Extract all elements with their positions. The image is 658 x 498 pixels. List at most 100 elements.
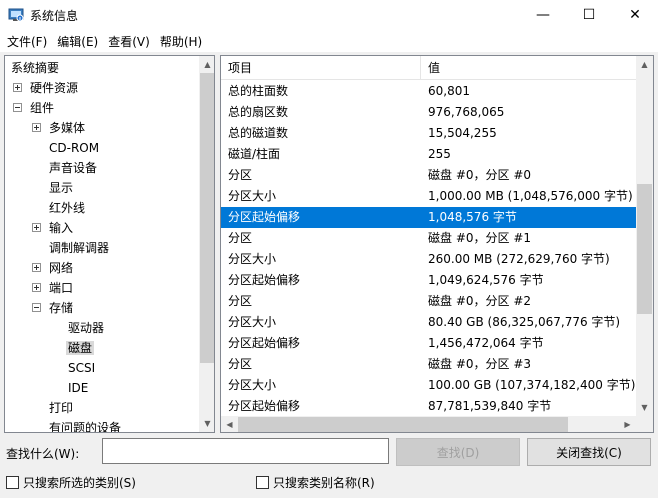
close-button[interactable]: ✕ [612, 0, 658, 30]
find-button[interactable]: 查找(D) [396, 438, 520, 466]
menu-view[interactable]: 查看(V) [103, 33, 155, 50]
value-cell: 15,504,255 [428, 126, 497, 140]
tree-item[interactable]: 显示 [47, 178, 75, 198]
table-row[interactable]: 分区大小 80.40 GB (86,325,067,776 字节) [221, 312, 636, 333]
tree-item-label: 有问题的设备 [49, 421, 122, 433]
tree-item-label: 组件 [30, 101, 55, 115]
expand-icon[interactable] [32, 263, 41, 272]
item-cell: 分区大小 [228, 378, 277, 392]
value-cell: 100.00 GB (107,374,182,400 字节) [428, 378, 636, 392]
checkbox-label: 只搜索所选的类别(S) [23, 475, 136, 490]
tree-item[interactable]: 系统摘要 [9, 58, 61, 78]
tree-item[interactable]: 打印 [47, 398, 75, 418]
column-header-value[interactable]: 值 [421, 56, 636, 80]
category-tree[interactable]: 系统摘要硬件资源组件多媒体 CD-ROM 声音设备显示红外线 输入 调制解调器网络端口存… [4, 55, 215, 433]
menu-help[interactable]: 帮助(H) [155, 33, 207, 50]
item-cell: 总的磁道数 [228, 126, 289, 140]
table-row[interactable]: 分区 磁盘 #0，分区 #1 [221, 228, 636, 249]
collapse-icon[interactable] [13, 103, 22, 112]
find-label: 查找什么(W): [6, 447, 80, 461]
tree-item-label: 声音设备 [49, 161, 98, 175]
tree-item[interactable]: 输入 [32, 218, 75, 238]
menu-file[interactable]: 文件(F) [2, 33, 52, 50]
table-row[interactable]: 分区起始偏移 87,781,539,840 字节 [221, 396, 636, 417]
tree-item-label: 磁盘 [66, 341, 95, 355]
tree-item[interactable]: 有问题的设备 [47, 418, 123, 433]
maximize-button[interactable]: ☐ [566, 0, 612, 30]
expand-icon[interactable] [32, 283, 41, 292]
value-cell: 1,049,624,576 字节 [428, 273, 544, 287]
value-cell: 60,801 [428, 84, 470, 98]
tree-item-label: 存储 [49, 301, 74, 315]
checkbox-label: 只搜索类别名称(R) [273, 475, 375, 490]
tree-item[interactable]: 端口 [32, 278, 75, 298]
table-row[interactable]: 分区起始偏移 1,048,576 字节 [221, 207, 636, 228]
expand-icon[interactable] [32, 123, 41, 132]
tree-item-label: CD-ROM [49, 141, 100, 155]
tree-item[interactable]: IDE [66, 378, 90, 398]
minimize-button[interactable]: — [520, 0, 566, 30]
item-cell: 总的柱面数 [228, 84, 289, 98]
tree-item[interactable]: 存储 [32, 298, 75, 318]
item-cell: 分区 [228, 231, 253, 245]
search-category-names-checkbox[interactable]: 只搜索类别名称(R) [256, 474, 375, 490]
tree-scroll-thumb[interactable] [200, 73, 214, 363]
tree-item[interactable]: 驱动器 [66, 318, 106, 338]
tree-item[interactable]: CD-ROM [47, 138, 101, 158]
table-row[interactable]: 分区 磁盘 #0，分区 #3 [221, 354, 636, 375]
scroll-down-icon[interactable]: ▼ [636, 399, 653, 416]
title-bar: 系统信息 — ☐ ✕ [0, 0, 658, 30]
table-row[interactable]: 分区大小 260.00 MB (272,629,760 字节) [221, 249, 636, 270]
menu-bar: 文件(F) 编辑(E) 查看(V) 帮助(H) [0, 30, 658, 52]
tree-item-label: 显示 [49, 181, 74, 195]
tree-vertical-scrollbar[interactable]: ▲ ▼ [199, 56, 214, 432]
scroll-up-icon[interactable]: ▲ [636, 56, 653, 73]
item-cell: 分区起始偏移 [228, 336, 301, 350]
list-hscroll-thumb[interactable] [238, 417, 568, 432]
scroll-up-icon[interactable]: ▲ [199, 56, 214, 73]
expand-icon[interactable] [32, 223, 41, 232]
tree-item[interactable]: 磁盘 [66, 338, 95, 358]
tree-item[interactable]: 硬件资源 [13, 78, 80, 98]
list-scroll-thumb[interactable] [637, 184, 652, 314]
table-row[interactable]: 磁道/柱面 255 [221, 144, 636, 165]
column-header-item[interactable]: 项目 [221, 56, 421, 80]
checkbox-box[interactable] [6, 475, 19, 489]
checkbox-box[interactable] [256, 475, 269, 489]
search-selected-category-checkbox[interactable]: 只搜索所选的类别(S) [6, 474, 136, 490]
tree-item[interactable]: 网络 [32, 258, 75, 278]
list-vertical-scrollbar[interactable]: ▲ ▼ [636, 56, 653, 416]
tree-item[interactable]: 红外线 [47, 198, 87, 218]
table-row[interactable]: 分区 磁盘 #0，分区 #0 [221, 165, 636, 186]
tree-item-label: 网络 [49, 261, 74, 275]
table-row[interactable]: 分区大小 100.00 GB (107,374,182,400 字节) [221, 375, 636, 396]
list-horizontal-scrollbar[interactable]: ◀ ▶ [221, 416, 636, 432]
table-row[interactable]: 分区大小 1,000.00 MB (1,048,576,000 字节) [221, 186, 636, 207]
table-row[interactable]: 总的扇区数 976,768,065 [221, 102, 636, 123]
value-cell: 磁盘 #0，分区 #2 [428, 294, 532, 308]
close-find-button[interactable]: 关闭查找(C) [527, 438, 651, 466]
expand-icon[interactable] [13, 83, 22, 92]
window-title: 系统信息 [30, 9, 79, 23]
scroll-down-icon[interactable]: ▼ [199, 415, 214, 432]
table-row[interactable]: 分区起始偏移 1,456,472,064 字节 [221, 333, 636, 354]
collapse-icon[interactable] [32, 303, 41, 312]
table-row[interactable]: 分区 磁盘 #0，分区 #2 [221, 291, 636, 312]
tree-item[interactable]: 声音设备 [47, 158, 99, 178]
tree-item[interactable]: 调制解调器 [47, 238, 111, 258]
tree-item-label: 系统摘要 [11, 61, 60, 75]
table-row[interactable]: 总的磁道数 15,504,255 [221, 123, 636, 144]
menu-edit[interactable]: 编辑(E) [52, 33, 103, 50]
value-cell: 260.00 MB (272,629,760 字节) [428, 252, 610, 266]
value-cell: 80.40 GB (86,325,067,776 字节) [428, 315, 621, 329]
tree-item[interactable]: SCSI [66, 358, 97, 378]
tree-item[interactable]: 组件 [13, 98, 56, 118]
find-input[interactable] [102, 438, 389, 464]
table-row[interactable]: 总的柱面数 60,801 [221, 81, 636, 102]
details-list[interactable]: 项目 值 总的柱面数 60,801 总的扇区数 976,768,065 总的磁道数 15,… [220, 55, 654, 433]
scroll-right-icon[interactable]: ▶ [619, 416, 636, 432]
table-row[interactable]: 分区起始偏移 1,049,624,576 字节 [221, 270, 636, 291]
scroll-left-icon[interactable]: ◀ [221, 416, 238, 432]
tree-item[interactable]: 多媒体 [32, 118, 87, 138]
item-cell: 分区起始偏移 [228, 399, 301, 413]
